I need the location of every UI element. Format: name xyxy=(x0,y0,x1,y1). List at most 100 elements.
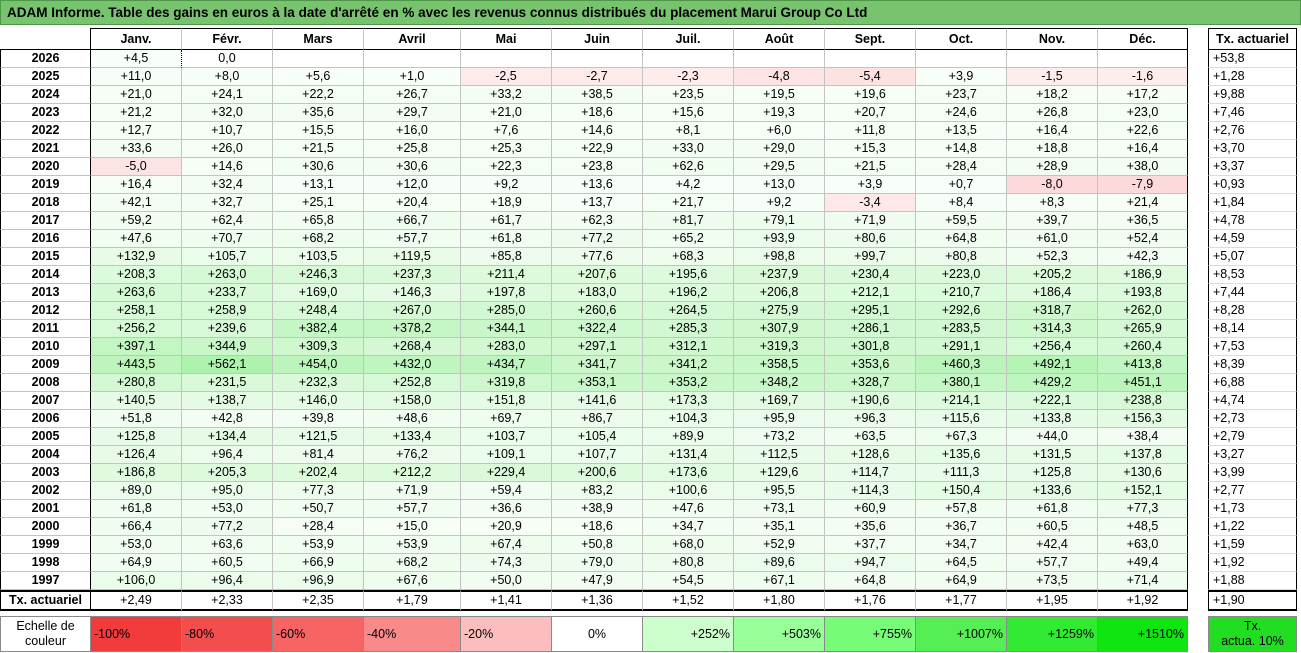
month-header: Déc. xyxy=(1098,28,1188,50)
value-cell: +13,0 xyxy=(734,176,825,194)
value-cell: +59,5 xyxy=(916,212,1007,230)
value-cell: +77,2 xyxy=(552,230,643,248)
value-cell: +186,9 xyxy=(1098,266,1188,284)
value-cell: +19,6 xyxy=(825,86,916,104)
value-cell: +223,0 xyxy=(916,266,1007,284)
rate-cell: +8,14 xyxy=(1208,320,1297,338)
value-cell xyxy=(552,50,643,68)
value-cell: +133,6 xyxy=(1007,482,1098,500)
value-cell: +93,9 xyxy=(734,230,825,248)
month-header: Mars xyxy=(273,28,364,50)
value-cell: +348,2 xyxy=(734,374,825,392)
value-cell: +8,3 xyxy=(1007,194,1098,212)
value-cell: +69,7 xyxy=(461,410,552,428)
value-cell: +135,6 xyxy=(916,446,1007,464)
value-cell: +106,0 xyxy=(91,572,182,590)
value-cell: +140,5 xyxy=(91,392,182,410)
value-cell: +173,6 xyxy=(643,464,734,482)
value-cell: +25,8 xyxy=(364,140,461,158)
value-cell: +18,8 xyxy=(1007,140,1098,158)
value-cell: +85,8 xyxy=(461,248,552,266)
value-cell: +206,8 xyxy=(734,284,825,302)
value-cell: +130,6 xyxy=(1098,464,1188,482)
value-cell: +18,6 xyxy=(552,518,643,536)
rate-cell: +3,37 xyxy=(1208,158,1297,176)
value-cell: +169,0 xyxy=(273,284,364,302)
value-cell: +451,1 xyxy=(1098,374,1188,392)
value-cell: +42,8 xyxy=(182,410,273,428)
value-cell: +63,0 xyxy=(1098,536,1188,554)
value-cell: +42,4 xyxy=(1007,536,1098,554)
row-year-label: 2008 xyxy=(0,374,91,392)
value-cell: +57,7 xyxy=(364,500,461,518)
value-cell: +25,1 xyxy=(273,194,364,212)
value-cell: +4,5 xyxy=(91,50,182,68)
value-cell: +22,3 xyxy=(461,158,552,176)
value-cell: +68,3 xyxy=(643,248,734,266)
value-cell: +314,3 xyxy=(1007,320,1098,338)
value-cell: +295,1 xyxy=(825,302,916,320)
value-cell: +19,3 xyxy=(734,104,825,122)
color-scale-step: +252% xyxy=(643,616,734,652)
value-cell: +47,6 xyxy=(91,230,182,248)
value-cell: +62,3 xyxy=(552,212,643,230)
value-cell: +211,4 xyxy=(461,266,552,284)
summary-value-cell: +1,92 xyxy=(1098,590,1188,611)
value-cell: +14,8 xyxy=(916,140,1007,158)
value-cell: +53,0 xyxy=(182,500,273,518)
value-cell: +195,6 xyxy=(643,266,734,284)
value-cell xyxy=(273,50,364,68)
rate-cell: +7,53 xyxy=(1208,338,1297,356)
row-year-label: 2003 xyxy=(0,464,91,482)
value-cell: +96,3 xyxy=(825,410,916,428)
value-cell: +8,4 xyxy=(916,194,1007,212)
value-cell: +205,3 xyxy=(182,464,273,482)
value-cell: +67,3 xyxy=(916,428,1007,446)
value-cell: +74,3 xyxy=(461,554,552,572)
value-cell: +81,4 xyxy=(273,446,364,464)
summary-value-cell: +1,79 xyxy=(364,590,461,611)
value-cell: +25,3 xyxy=(461,140,552,158)
value-cell: +86,7 xyxy=(552,410,643,428)
value-cell: +197,8 xyxy=(461,284,552,302)
summary-value-cell: +1,77 xyxy=(916,590,1007,611)
value-cell: +14,6 xyxy=(182,158,273,176)
value-cell: +13,7 xyxy=(552,194,643,212)
value-cell: +77,3 xyxy=(273,482,364,500)
value-cell: +111,3 xyxy=(916,464,1007,482)
value-cell: +79,1 xyxy=(734,212,825,230)
value-cell: +397,1 xyxy=(91,338,182,356)
value-cell: +89,0 xyxy=(91,482,182,500)
value-cell: +230,4 xyxy=(825,266,916,284)
value-cell xyxy=(461,50,552,68)
value-cell: +286,1 xyxy=(825,320,916,338)
value-cell: +60,5 xyxy=(1007,518,1098,536)
value-cell: +131,5 xyxy=(1007,446,1098,464)
value-cell: +190,6 xyxy=(825,392,916,410)
rate-cell: +3,99 xyxy=(1208,464,1297,482)
value-cell: +17,2 xyxy=(1098,86,1188,104)
value-cell: +36,5 xyxy=(1098,212,1188,230)
value-cell: +20,9 xyxy=(461,518,552,536)
value-cell: +96,4 xyxy=(182,572,273,590)
value-cell: +59,2 xyxy=(91,212,182,230)
value-cell: -4,8 xyxy=(734,68,825,86)
row-year-label: 2012 xyxy=(0,302,91,320)
value-cell: +200,6 xyxy=(552,464,643,482)
value-cell: +260,6 xyxy=(552,302,643,320)
month-header: Nov. xyxy=(1007,28,1098,50)
value-cell: +14,6 xyxy=(552,122,643,140)
value-cell: +50,0 xyxy=(461,572,552,590)
rate-cell: +4,59 xyxy=(1208,230,1297,248)
value-cell: +61,0 xyxy=(1007,230,1098,248)
value-cell: +13,1 xyxy=(273,176,364,194)
value-cell: +35,6 xyxy=(825,518,916,536)
value-cell: +291,1 xyxy=(916,338,1007,356)
value-cell: +73,1 xyxy=(734,500,825,518)
value-cell: +32,7 xyxy=(182,194,273,212)
color-scale-step: -80% xyxy=(182,616,273,652)
value-cell: +28,9 xyxy=(1007,158,1098,176)
value-cell: +99,7 xyxy=(825,248,916,266)
value-cell xyxy=(1098,50,1188,68)
value-cell: +114,7 xyxy=(825,464,916,482)
